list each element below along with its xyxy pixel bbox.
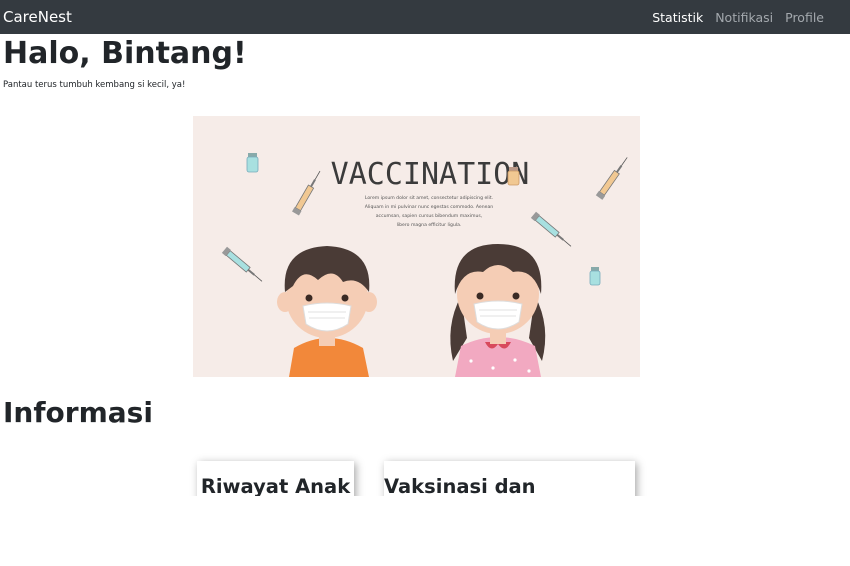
- vaccination-banner: VACCINATION Lorem ipsum dolor sit amet, …: [193, 116, 640, 377]
- syringe-icon: [595, 157, 628, 200]
- syringe-icon: [530, 211, 572, 247]
- vial-icon: [246, 153, 259, 173]
- greeting-subtitle: Pantau terus tumbuh kembang si kecil, ya…: [3, 80, 186, 90]
- card-label: Riwayat Anak: [200, 475, 351, 496]
- syringe-icon: [292, 170, 321, 216]
- vaccination-illustration: VACCINATION Lorem ipsum dolor sit amet, …: [221, 153, 628, 377]
- navbar: CareNest Statistik Notifikasi Profile: [0, 0, 850, 34]
- banner-title: VACCINATION: [331, 157, 530, 192]
- vial-icon: [589, 267, 601, 286]
- greeting-heading: Halo, Bintang!: [3, 36, 247, 71]
- info-cards: Riwayat Anak Vaksinasi dan Imunisasi: [0, 450, 850, 496]
- nav-profile[interactable]: Profile: [785, 10, 824, 25]
- section-title-informasi: Informasi: [3, 396, 153, 429]
- banner-text-line: libero magna efficitur ligula.: [397, 222, 462, 228]
- card-label: Vaksinasi dan Imunisasi: [384, 475, 536, 496]
- syringe-icon: [221, 246, 263, 282]
- card-riwayat-anak[interactable]: Riwayat Anak: [197, 461, 354, 496]
- nav-notifikasi[interactable]: Notifikasi: [715, 10, 773, 25]
- girl-illustration: [450, 244, 546, 377]
- brand-logo[interactable]: CareNest: [3, 8, 72, 26]
- banner-text-line: Lorem ipsum dolor sit amet, consectetur …: [365, 195, 493, 201]
- nav-statistik[interactable]: Statistik: [652, 10, 703, 25]
- nav-links: Statistik Notifikasi Profile: [652, 10, 824, 25]
- card-vaksinasi-imunisasi[interactable]: Vaksinasi dan Imunisasi: [384, 461, 635, 496]
- banner-text-line: Aliquam in mi pulvinar nunc egestas comm…: [365, 204, 494, 210]
- vial-icon: [507, 167, 520, 186]
- boy-illustration: [277, 246, 377, 377]
- banner-text-line: accumsan, sapien cursus bibendum maximus…: [376, 213, 483, 219]
